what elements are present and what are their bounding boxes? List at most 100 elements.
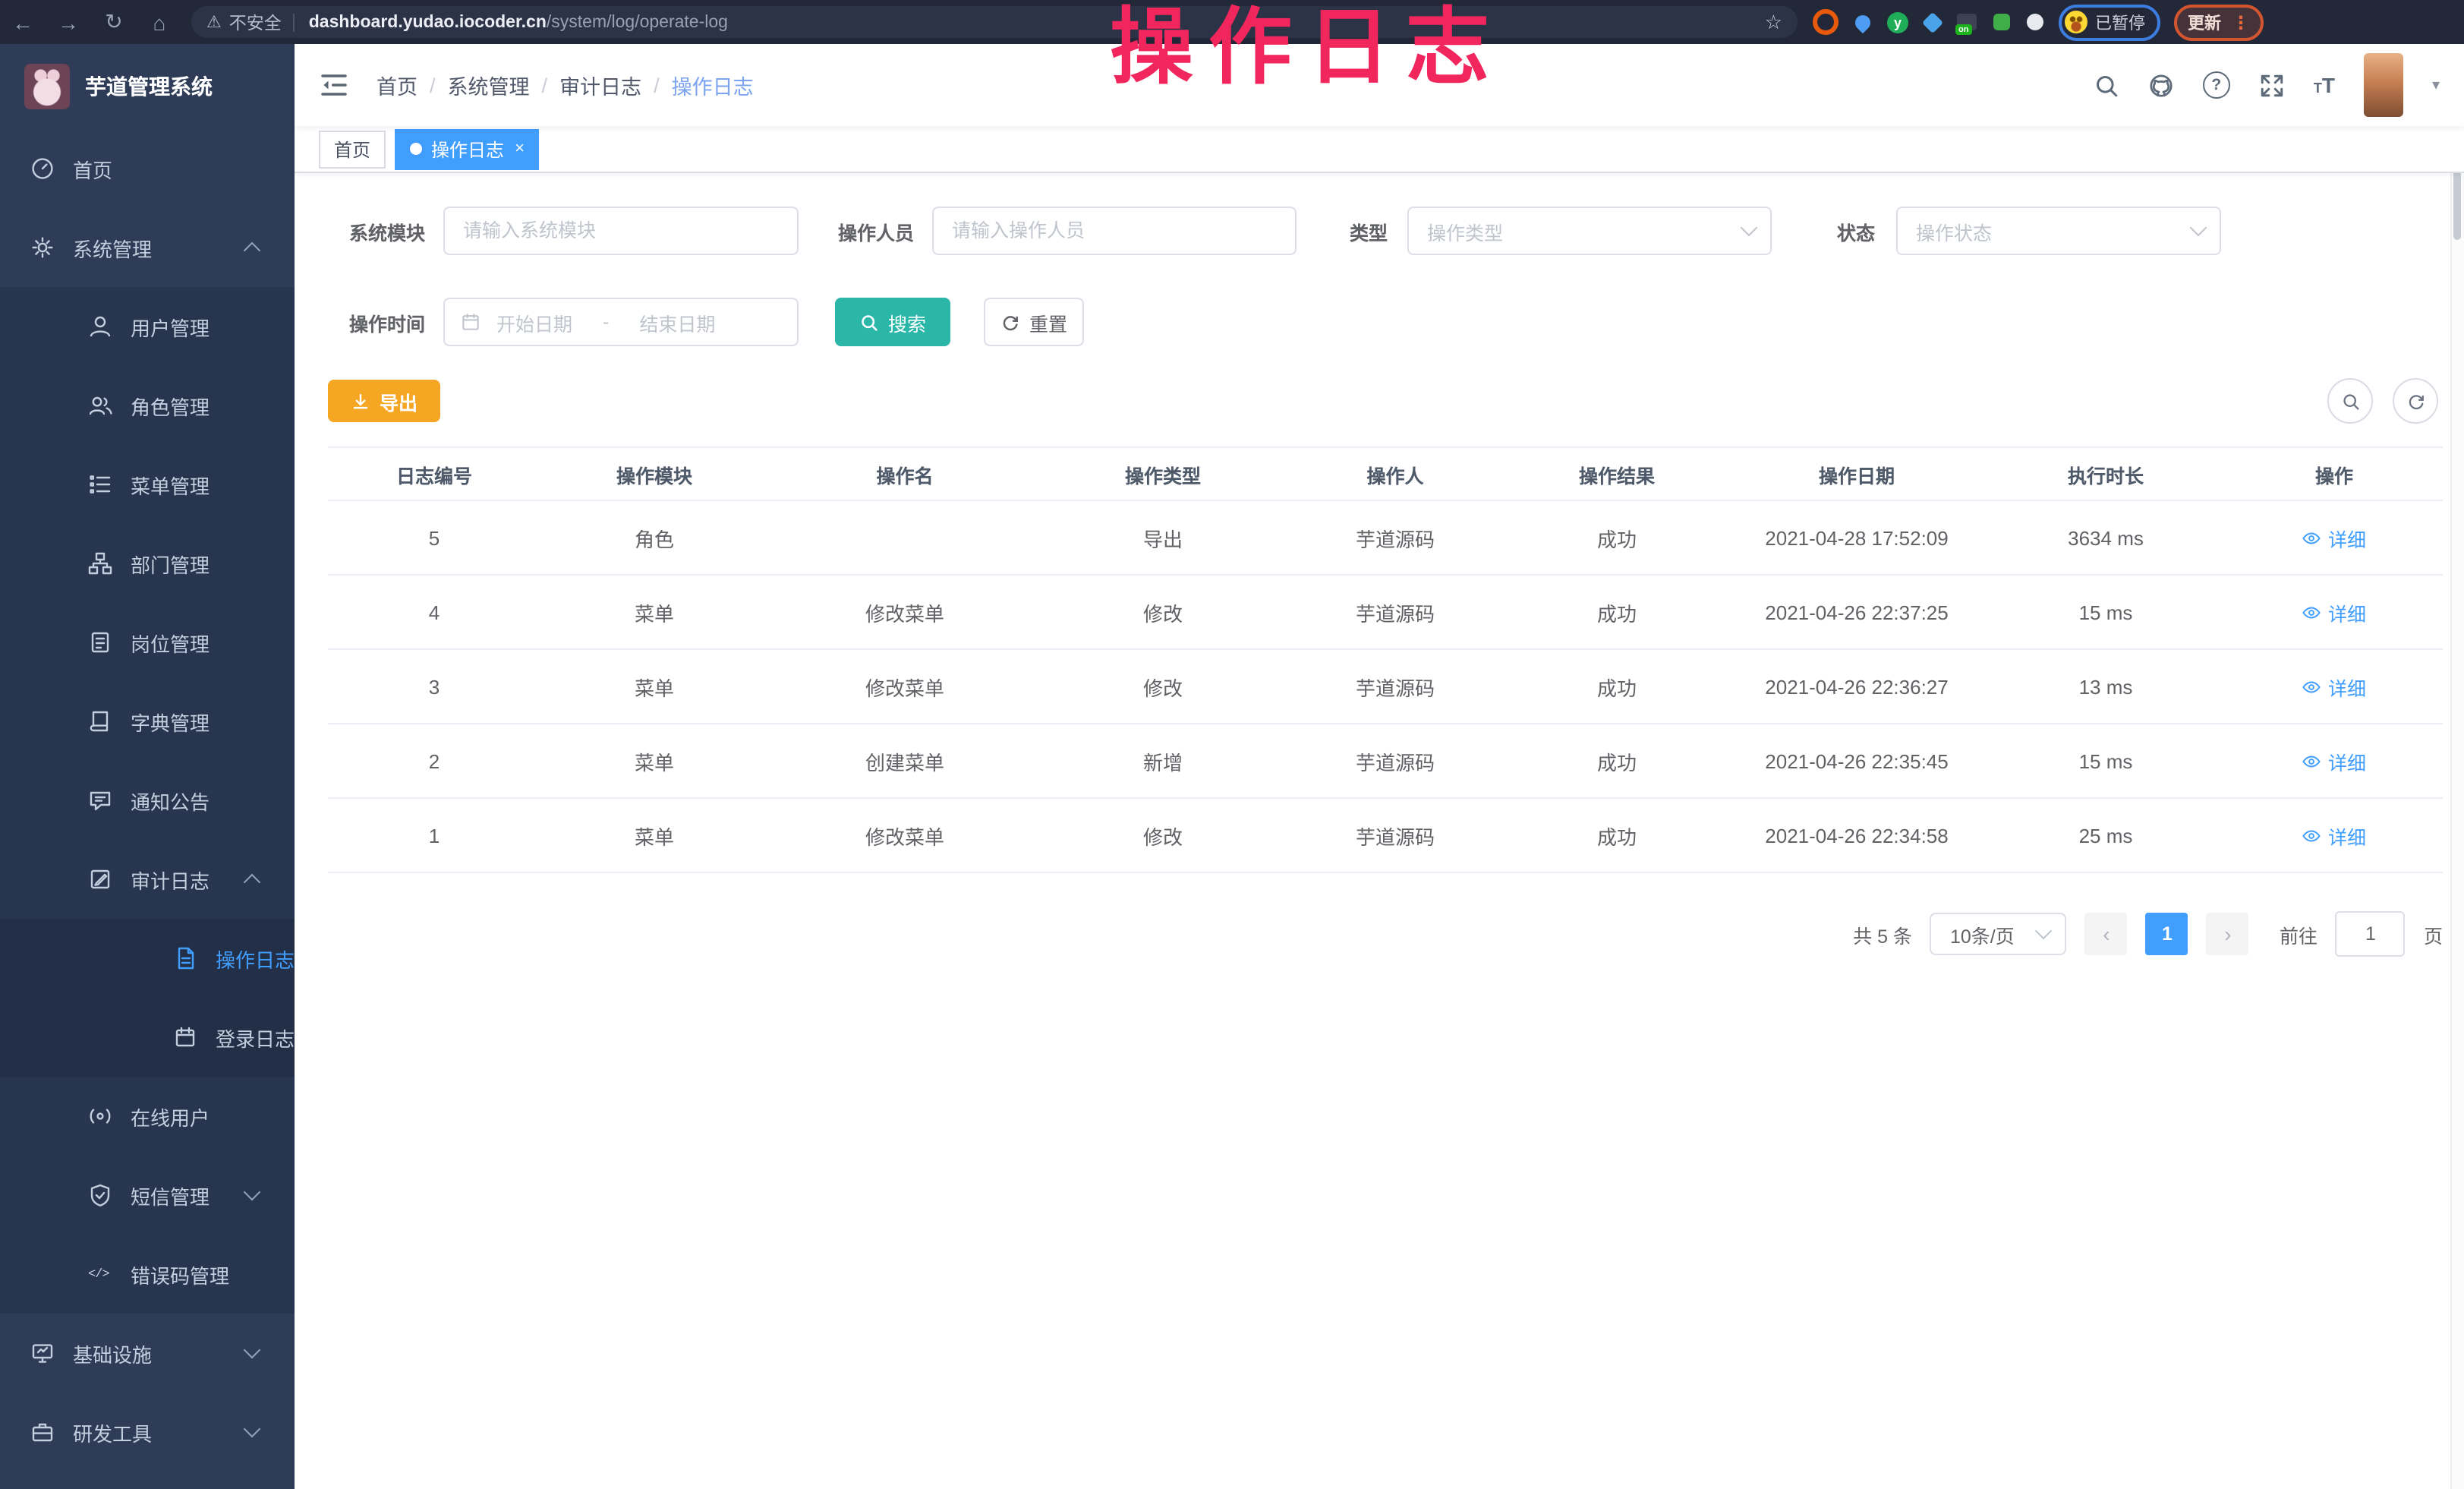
help-icon[interactable]: ?: [2203, 71, 2230, 99]
browser-forward-icon[interactable]: →: [46, 10, 91, 34]
extension-leaf-icon[interactable]: [1993, 14, 2010, 30]
module-input[interactable]: [443, 207, 799, 255]
page-scrollbar[interactable]: [2450, 44, 2464, 1489]
sidebar-item-menus[interactable]: 菜单管理: [0, 445, 295, 524]
sidebar-item-posts[interactable]: 岗位管理: [0, 603, 295, 682]
col-operator: 操作人: [1284, 447, 1506, 500]
sidebar-item-label: 字典管理: [131, 707, 210, 736]
sidebar-item-dictionary[interactable]: 字典管理: [0, 682, 295, 761]
breadcrumb-audit[interactable]: 审计日志: [559, 70, 641, 100]
toggle-search-button[interactable]: [2327, 378, 2373, 424]
security-label[interactable]: 不安全: [229, 10, 282, 34]
extension-drop-icon[interactable]: [1852, 11, 1873, 33]
sidebar-item-departments[interactable]: 部门管理: [0, 524, 295, 603]
sidebar-item-label: 审计日志: [131, 865, 210, 894]
sidebar-item-operate-log[interactable]: 操作日志: [0, 919, 295, 998]
operate-log-table: 日志编号 操作模块 操作名 操作类型 操作人 操作结果 操作日期 执行时长 操作: [328, 446, 2443, 873]
sidebar-collapse-icon[interactable]: [319, 70, 349, 100]
detail-link[interactable]: 详细: [2302, 672, 2366, 701]
browser-menu-dots-icon[interactable]: ⋮: [2232, 11, 2250, 33]
next-page-button[interactable]: ›: [2207, 913, 2249, 955]
browser-profile-paused[interactable]: 已暂停: [2059, 4, 2160, 40]
tab-operate-log[interactable]: 操作日志 ×: [395, 128, 540, 169]
badge-icon: [88, 630, 112, 655]
breadcrumb-system[interactable]: 系统管理: [448, 70, 530, 100]
goto-page-input[interactable]: [2336, 911, 2406, 957]
user-avatar[interactable]: [2364, 53, 2403, 117]
sidebar-item-home[interactable]: 首页: [0, 129, 295, 208]
search-button[interactable]: 搜索: [835, 298, 950, 346]
table-row: 1菜单修改菜单修改芋道源码成功2021-04-26 22:34:5825 ms …: [328, 798, 2443, 872]
tags-view-bar: 首页 操作日志 ×: [295, 126, 2464, 173]
select-caret-icon: [2190, 219, 2207, 237]
col-result: 操作结果: [1506, 447, 1728, 500]
browser-reload-icon[interactable]: ↻: [91, 9, 137, 35]
date-range-picker[interactable]: 开始日期 - 结束日期: [443, 298, 799, 346]
avatar-caret-down-icon[interactable]: ▾: [2432, 77, 2440, 93]
sidebar-item-online-users[interactable]: 在线用户: [0, 1077, 295, 1156]
sidebar: 芋道管理系统 首页 系统管理 用户管理 角色管理: [0, 44, 295, 1489]
extension-gem-icon[interactable]: [1922, 11, 1943, 33]
status-select[interactable]: 操作状态: [1896, 207, 2221, 255]
dashboard-icon: [30, 156, 55, 181]
browser-update-button[interactable]: 更新 ⋮: [2174, 4, 2264, 40]
bookmark-star-icon[interactable]: ☆: [1765, 10, 1782, 34]
close-tab-icon[interactable]: ×: [515, 140, 525, 158]
extension-green-icon[interactable]: y: [1887, 11, 1908, 33]
browser-home-icon[interactable]: ⌂: [137, 10, 182, 34]
sidebar-item-login-log[interactable]: 登录日志: [0, 998, 295, 1077]
sidebar-item-notices[interactable]: 通知公告: [0, 761, 295, 840]
sidebar-item-sms[interactable]: 短信管理: [0, 1156, 295, 1235]
filter-row-1: 系统模块 操作人员 类型 操作类型 状态 操作状态: [328, 207, 2443, 255]
table-row: 4菜单修改菜单修改芋道源码成功2021-04-26 22:37:2515 ms …: [328, 575, 2443, 649]
font-size-icon[interactable]: TT: [2314, 74, 2335, 96]
sidebar-item-infrastructure[interactable]: 基础设施: [0, 1314, 295, 1393]
extension-switch-icon[interactable]: on: [1957, 14, 1977, 30]
detail-link[interactable]: 详细: [2302, 598, 2366, 626]
sidebar-item-users[interactable]: 用户管理: [0, 287, 295, 366]
refresh-icon: [2406, 391, 2425, 411]
profile-avatar-emoji: [2065, 11, 2087, 33]
sidebar-item-system[interactable]: 系统管理: [0, 208, 295, 287]
prev-page-button[interactable]: ‹: [2085, 913, 2128, 955]
sidebar-item-dev-tools[interactable]: 研发工具: [0, 1393, 295, 1472]
breadcrumb-home[interactable]: 首页: [377, 70, 417, 100]
detail-link[interactable]: 详细: [2302, 523, 2366, 552]
browser-back-icon[interactable]: ←: [0, 10, 46, 34]
sidebar-item-roles[interactable]: 角色管理: [0, 366, 295, 445]
module-input-field[interactable]: [445, 208, 797, 254]
sidebar-item-label: 在线用户: [131, 1102, 210, 1131]
breadcrumb-separator: /: [430, 74, 436, 96]
sidebar-item-audit-log[interactable]: 审计日志: [0, 840, 295, 919]
detail-link[interactable]: 详细: [2302, 746, 2366, 775]
sidebar-item-error-codes[interactable]: </> 错误码管理: [0, 1235, 295, 1314]
type-select[interactable]: 操作类型: [1407, 207, 1772, 255]
chevron-up-icon: [244, 874, 261, 891]
app-title: 芋道管理系统: [85, 71, 213, 102]
github-icon[interactable]: [2148, 72, 2174, 98]
export-button[interactable]: 导出: [328, 380, 440, 422]
breadcrumb: 首页 / 系统管理 / 审计日志 / 操作日志: [377, 70, 754, 100]
eye-icon: [2302, 602, 2322, 622]
tab-home[interactable]: 首页: [319, 130, 386, 168]
table-header-row: 日志编号 操作模块 操作名 操作类型 操作人 操作结果 操作日期 执行时长 操作: [328, 447, 2443, 500]
detail-link[interactable]: 详细: [2302, 821, 2366, 850]
browser-url-bar[interactable]: ⚠ 不安全 dashboard.yudao.iocoder.cn /system…: [191, 6, 1798, 38]
page-number-1[interactable]: 1: [2146, 913, 2188, 955]
dictionary-book-icon: [88, 709, 112, 733]
status-label: 状态: [1832, 216, 1875, 245]
operator-input-field[interactable]: [934, 208, 1295, 254]
reset-button[interactable]: 重置: [984, 298, 1084, 346]
extension-ring-icon[interactable]: [1813, 9, 1839, 35]
users-icon: [88, 393, 112, 418]
operator-input[interactable]: [932, 207, 1297, 255]
extensions-puzzle-icon[interactable]: [2027, 14, 2043, 30]
operator-label: 操作人员: [817, 216, 914, 245]
page-size-select[interactable]: 10条/页: [1930, 913, 2067, 955]
refresh-table-button[interactable]: [2393, 378, 2438, 424]
end-date-placeholder: 结束日期: [639, 308, 715, 336]
search-icon[interactable]: [2094, 72, 2119, 98]
sidebar-logo-row[interactable]: 芋道管理系统: [0, 44, 295, 129]
fullscreen-icon[interactable]: [2259, 72, 2285, 98]
col-duration: 执行时长: [1986, 447, 2226, 500]
